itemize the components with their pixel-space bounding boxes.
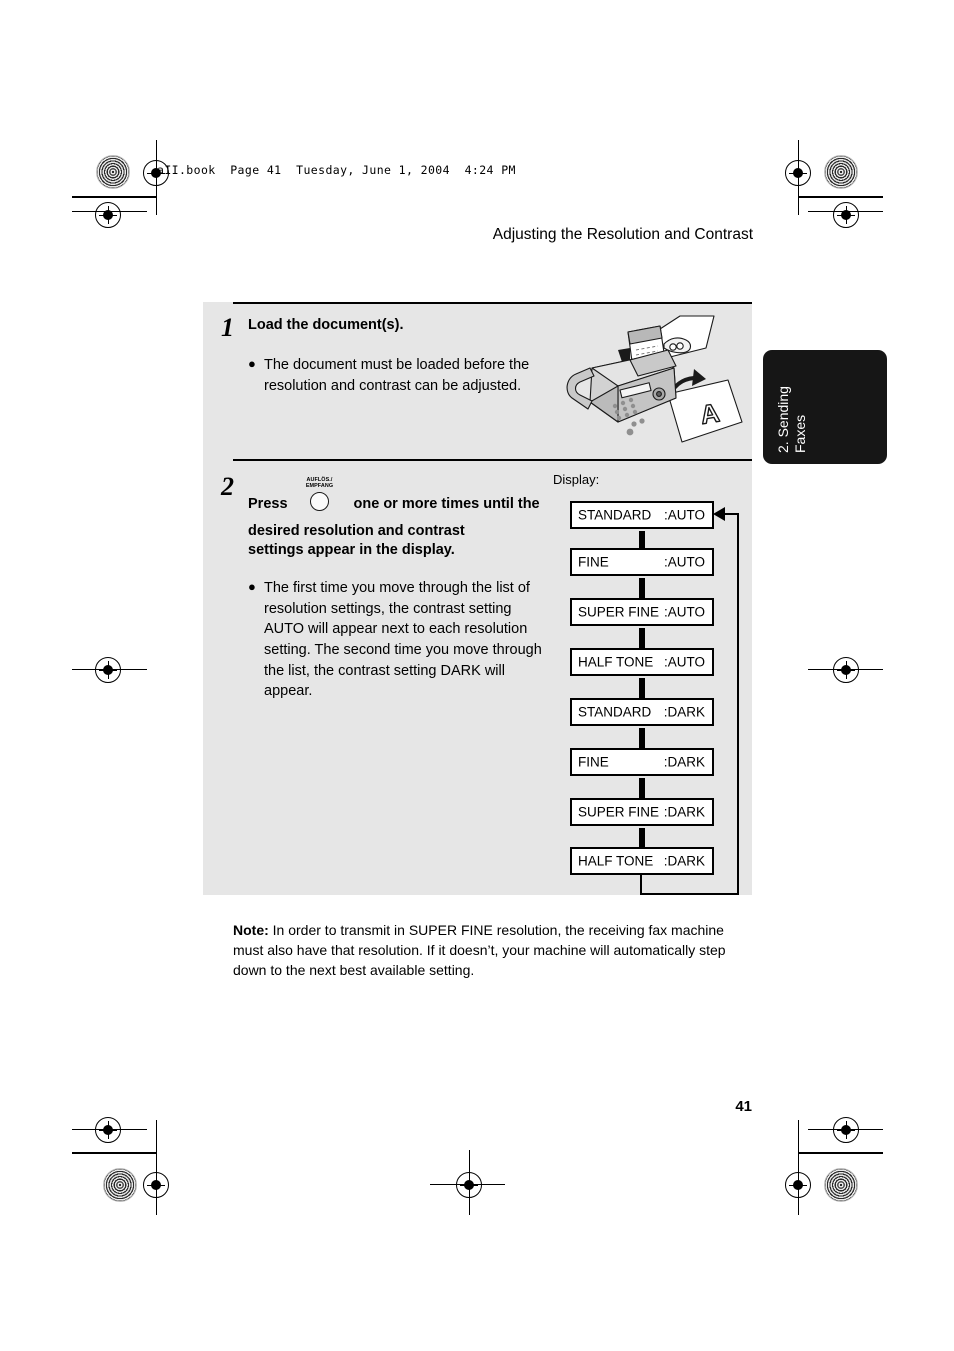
lcd-value: :DARK: [663, 853, 705, 869]
loop-line-into-top: [723, 513, 739, 516]
trim-rule-top-left: [72, 196, 157, 198]
flow-arrow-6: [632, 778, 652, 810]
lcd-value: :DARK: [663, 804, 705, 820]
crop-line-horizontal-left-middle: [72, 669, 147, 670]
section-tab-label: 2. Sending Faxes: [763, 350, 887, 464]
lcd-text: HALF TONE :AUTO: [578, 655, 705, 669]
lcd-mode: HALF TONE: [578, 853, 654, 869]
file-header-text: aII.book Page 41 Tuesday, June 1, 2004 4…: [157, 163, 516, 177]
lcd-value: :AUTO: [663, 554, 705, 570]
registration-mark-left-lower: [95, 1117, 121, 1143]
crop-line-horizontal-right-lower: [808, 1129, 883, 1130]
registration-mark-left-upper: [95, 202, 121, 228]
halftone-dot-bottom-left: [103, 1168, 137, 1202]
lcd-box-standard-auto: STANDARD :AUTO: [570, 501, 714, 529]
crop-line-vertical-left-bottom: [156, 1120, 157, 1215]
halftone-dot-top-right: [824, 155, 858, 189]
lcd-value: :AUTO: [663, 507, 705, 523]
lcd-value: :DARK: [663, 754, 705, 770]
lcd-box-half-tone-auto: HALF TONE :AUTO: [570, 648, 714, 676]
lcd-text: FINE :AUTO: [578, 555, 705, 569]
steps-panel: 1 Load the document(s). ● The document m…: [203, 302, 752, 896]
crop-line-vertical-left-top: [156, 140, 157, 215]
registration-dot: [103, 1125, 113, 1135]
lcd-box-standard-dark: STANDARD :DARK: [570, 698, 714, 726]
loop-arrowhead: [713, 507, 725, 521]
registration-mark-right-upper: [833, 202, 859, 228]
crop-line-horizontal-left-lower: [72, 1129, 147, 1130]
lcd-value: :AUTO: [663, 604, 705, 620]
lcd-mode: FINE: [578, 754, 609, 770]
registration-dot: [841, 1125, 851, 1135]
display-flow-diagram: STANDARD :AUTO FINE :AUTO SUPER FINE :AU…: [203, 302, 752, 896]
trim-rule-bottom-right: [798, 1152, 883, 1154]
note-label: Note:: [233, 922, 269, 938]
lcd-value: :DARK: [663, 704, 705, 720]
lcd-text: SUPER FINE :DARK: [578, 805, 705, 819]
flow-arrow-2: [632, 578, 652, 610]
lcd-mode: HALF TONE: [578, 654, 654, 670]
loop-line-down: [640, 875, 643, 895]
lcd-mode: SUPER FINE: [578, 604, 660, 620]
page-number: 41: [735, 1098, 752, 1115]
lcd-box-half-tone-dark: HALF TONE :DARK: [570, 847, 714, 875]
loop-line-up: [737, 513, 740, 895]
trim-rule-top-right: [798, 196, 883, 198]
note-paragraph: Note: In order to transmit in SUPER FINE…: [233, 921, 743, 981]
section-tab-sending-faxes: 2. Sending Faxes: [763, 350, 887, 464]
registration-dot: [103, 665, 113, 675]
halftone-dot-bottom-right: [824, 1168, 858, 1202]
registration-dot: [841, 665, 851, 675]
registration-mark-right-middle: [833, 657, 859, 683]
crop-line-vertical-right-top: [798, 140, 799, 215]
lcd-mode: STANDARD: [578, 704, 652, 720]
running-head-title: Adjusting the Resolution and Contrast: [492, 226, 753, 243]
section-tab-label-line2: Faxes: [791, 414, 808, 453]
lcd-value: :AUTO: [663, 654, 705, 670]
lcd-box-fine-auto: FINE :AUTO: [570, 548, 714, 576]
crop-line-vertical-right-bottom: [798, 1120, 799, 1215]
loop-line-right: [640, 893, 739, 896]
flow-arrow-4: [632, 678, 652, 710]
lcd-mode: FINE: [578, 554, 609, 570]
display-label: Display:: [553, 472, 600, 487]
lcd-box-super-fine-auto: SUPER FINE :AUTO: [570, 598, 714, 626]
trim-rule-bottom-left: [72, 1152, 157, 1154]
crop-line-horizontal-bottom-center: [430, 1184, 505, 1185]
crop-line-horizontal-right-middle: [808, 669, 883, 670]
flow-arrow-3: [632, 628, 652, 660]
lcd-text: STANDARD :AUTO: [578, 508, 705, 522]
section-tab-label-line1: 2. Sending: [775, 386, 791, 453]
crop-line-vertical-center-bottom: [469, 1150, 470, 1215]
note-text: In order to transmit in SUPER FINE resol…: [233, 922, 726, 978]
lcd-text: SUPER FINE :AUTO: [578, 605, 705, 619]
registration-mark-left-middle: [95, 657, 121, 683]
registration-mark-right-lower: [833, 1117, 859, 1143]
flow-arrow-5: [632, 728, 652, 760]
lcd-text: HALF TONE :DARK: [578, 854, 705, 868]
halftone-dot-top-left: [96, 155, 130, 189]
crop-line-horizontal-left-upper: [72, 211, 147, 212]
lcd-text: STANDARD :DARK: [578, 705, 705, 719]
lcd-text: FINE :DARK: [578, 755, 705, 769]
lcd-mode: SUPER FINE: [578, 804, 660, 820]
lcd-mode: STANDARD: [578, 507, 652, 523]
crop-line-horizontal-right-upper: [808, 211, 883, 212]
lcd-box-super-fine-dark: SUPER FINE :DARK: [570, 798, 714, 826]
lcd-box-fine-dark: FINE :DARK: [570, 748, 714, 776]
